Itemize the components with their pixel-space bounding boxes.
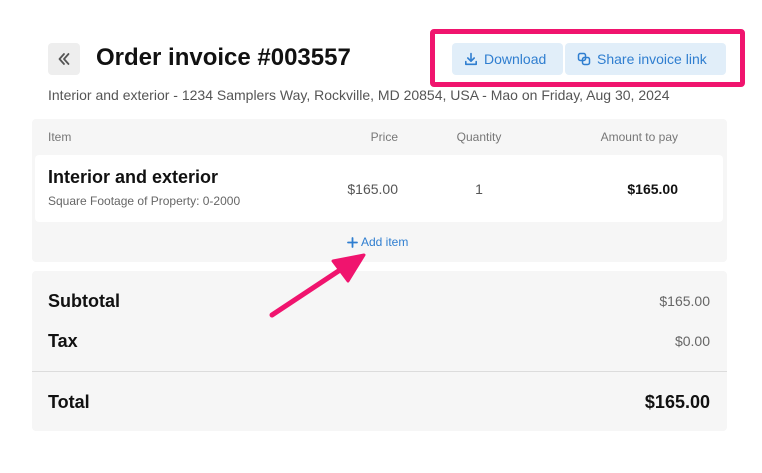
plus-icon	[347, 236, 358, 248]
item-name: Interior and exterior	[48, 167, 219, 187]
tax-label: Tax	[48, 331, 78, 351]
summary-divider	[32, 371, 727, 372]
column-header-quantity: Quantity	[456, 130, 502, 144]
page-subtitle: Interior and exterior - 1234 Samplers Wa…	[48, 87, 670, 103]
subtotal-value: $165.00	[659, 293, 710, 309]
item-description: Square Footage of Property: 0-2000	[48, 194, 241, 208]
page-title: Order invoice #003557	[96, 44, 351, 71]
item-quantity: 1	[475, 181, 483, 197]
total-value: $165.00	[644, 392, 710, 412]
share-label: Share invoice link	[597, 51, 707, 67]
column-header-amount: Amount to pay	[600, 130, 678, 144]
total-label: Total	[48, 392, 90, 412]
double-chevron-left-icon	[58, 53, 70, 65]
share-invoice-link-button[interactable]: Share invoice link	[565, 43, 726, 75]
add-item-label: Add item	[361, 235, 409, 249]
subtotal-label: Subtotal	[48, 291, 120, 311]
item-price: $165.00	[347, 181, 398, 197]
link-copy-icon	[577, 52, 591, 66]
add-item-button[interactable]: Add item	[347, 235, 408, 249]
download-icon	[465, 52, 477, 66]
download-label: Download	[484, 51, 547, 67]
item-amount: $165.00	[627, 181, 678, 197]
download-button[interactable]: Download	[452, 43, 563, 75]
invoice-summary	[32, 271, 727, 431]
column-header-price: Price	[370, 130, 398, 144]
tax-value: $0.00	[674, 333, 710, 349]
back-button[interactable]	[48, 43, 80, 75]
column-header-item: Item	[48, 130, 72, 144]
